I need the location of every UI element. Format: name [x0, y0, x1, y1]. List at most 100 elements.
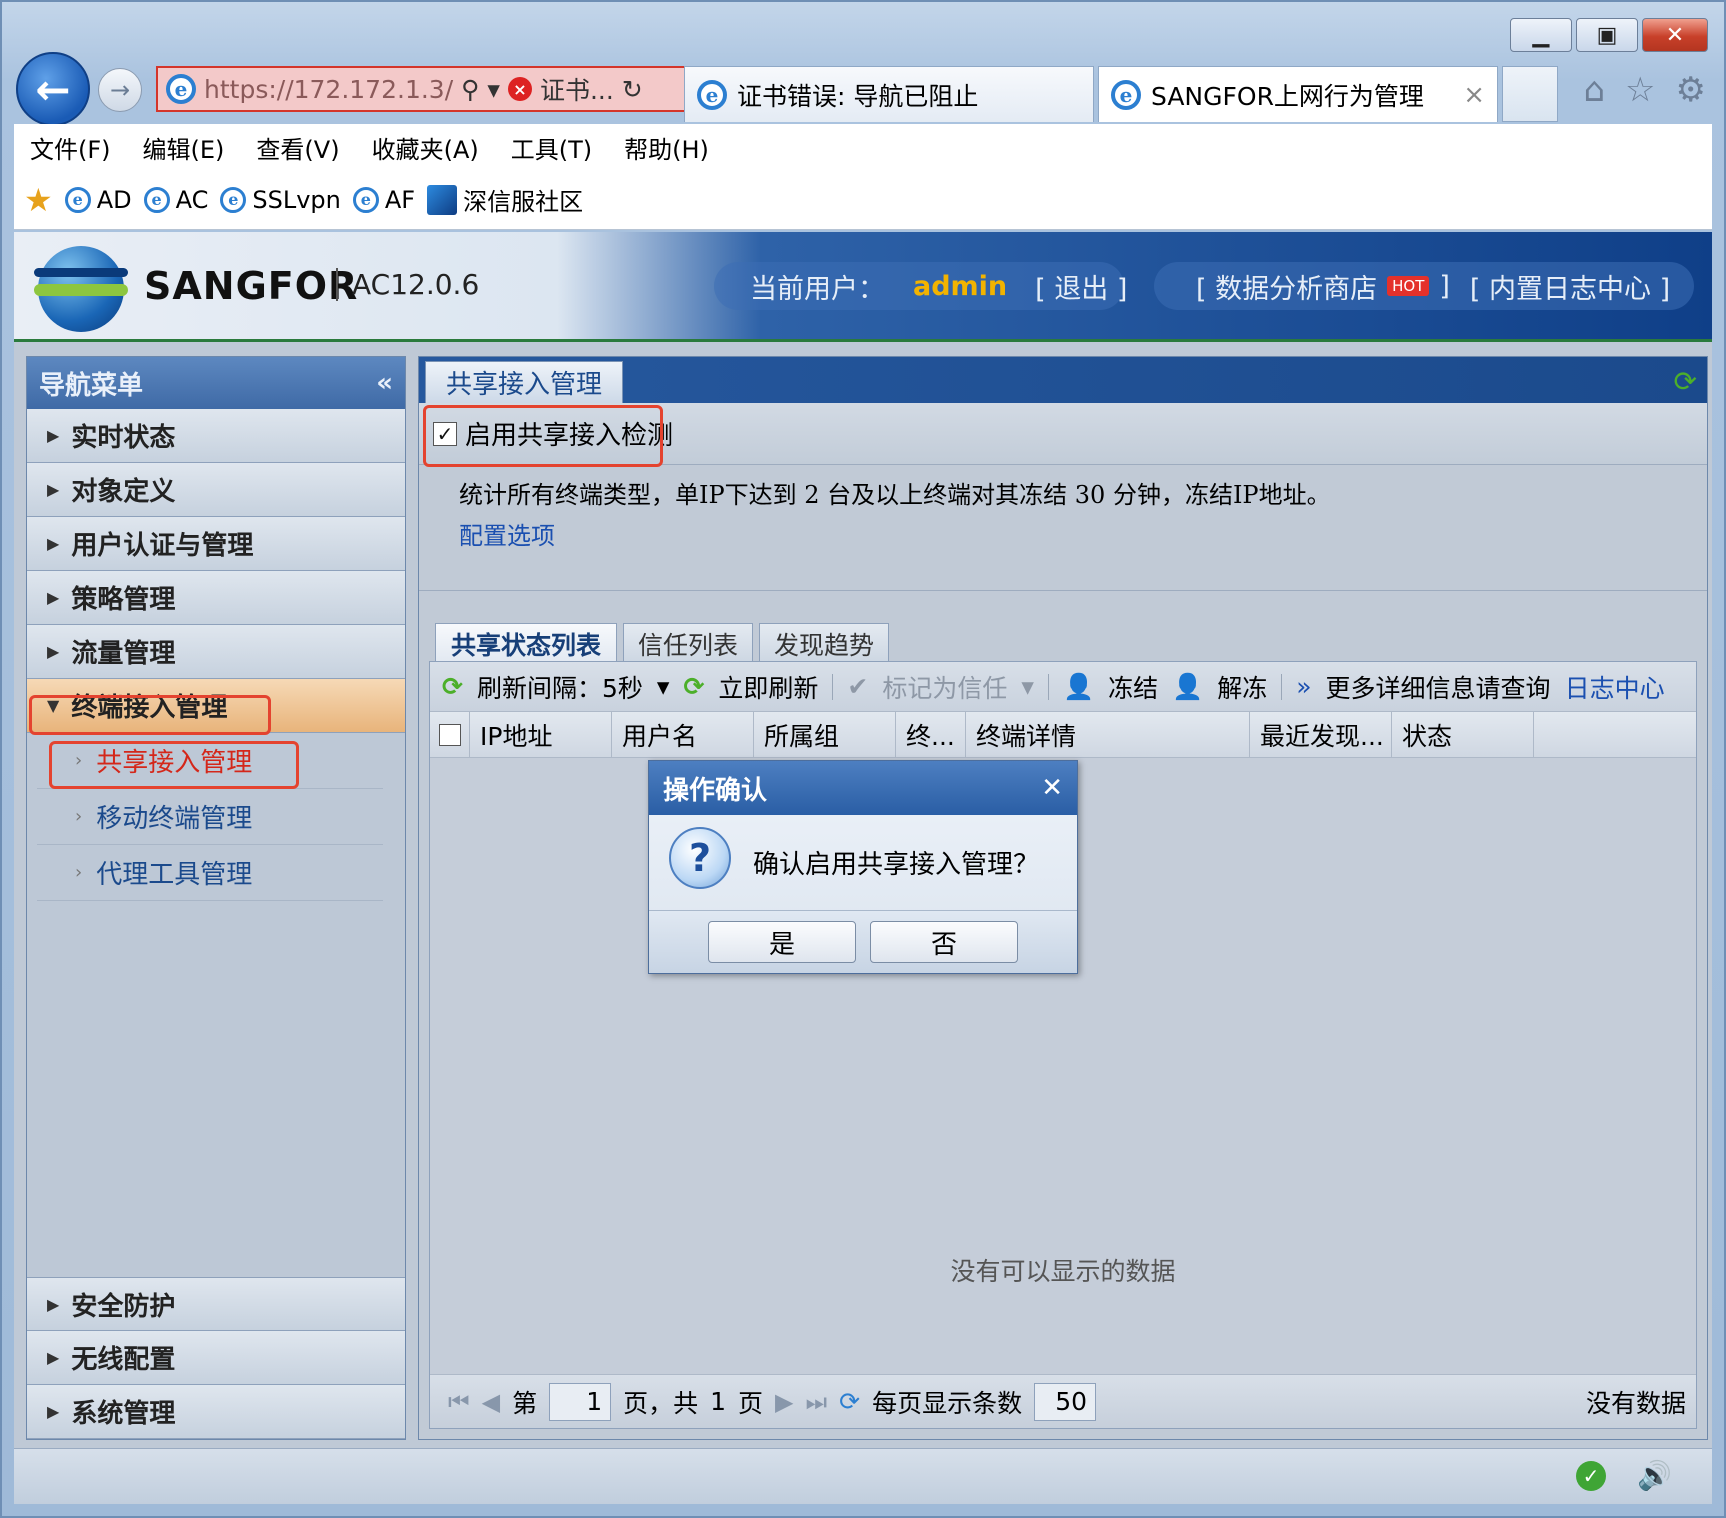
refresh-icon[interactable]: ⟳	[1674, 365, 1697, 398]
logout-link[interactable]: [ 退出 ]	[1035, 267, 1127, 306]
close-window-button[interactable]: ✕	[1642, 18, 1708, 52]
refresh-interval-dropdown[interactable]: 刷新间隔：5秒	[477, 669, 643, 705]
fav-community[interactable]: 深信服社区	[427, 182, 583, 217]
community-icon	[427, 184, 458, 215]
column-terminal-count[interactable]: 终...	[896, 712, 966, 757]
page-mid: 页，共	[623, 1388, 699, 1418]
chevron-down-icon[interactable]: ▾	[657, 672, 670, 701]
collapse-icon[interactable]: «	[376, 368, 393, 398]
home-icon[interactable]: ⌂	[1583, 70, 1605, 110]
refresh-icon[interactable]: ⟳	[839, 1387, 860, 1416]
fav-af[interactable]: e AF	[352, 186, 415, 214]
menu-edit[interactable]: 编辑(E)	[127, 130, 241, 165]
sidebar-item-traffic[interactable]: ▶ 流量管理	[27, 625, 405, 679]
address-bar[interactable]: e https://172.172.1.3/ ⚲ ▾ × 证书... ↻	[156, 66, 690, 112]
tab-shared-status-list[interactable]: 共享状态列表	[435, 623, 617, 665]
sidebar-item-terminal-access[interactable]: ▼ 终端接入管理	[27, 679, 405, 733]
ie-icon: e	[220, 186, 247, 213]
fav-ac[interactable]: e AC	[143, 185, 209, 214]
new-tab-button[interactable]	[1502, 66, 1558, 122]
browser-tab-sangfor[interactable]: e SANGFOR上网行为管理 ×	[1098, 66, 1498, 122]
close-icon[interactable]: ✕	[1041, 773, 1063, 803]
current-user-label: 当前用户：	[750, 273, 885, 305]
first-page-icon[interactable]: ⏮	[448, 1388, 470, 1416]
reload-icon[interactable]: ↻	[622, 75, 643, 104]
triangle-right-icon: ▶	[47, 1348, 60, 1367]
browser-tab-cert-error[interactable]: e 证书错误: 导航已阻止	[684, 66, 1094, 122]
cert-error-label[interactable]: 证书...	[540, 71, 614, 107]
menu-favorites[interactable]: 收藏夹(A)	[356, 130, 495, 165]
sidebar-subitem-proxy-tool[interactable]: › 代理工具管理	[37, 845, 383, 901]
config-options-link[interactable]: 配置选项	[459, 516, 1707, 551]
favorites-star-icon[interactable]: ☆	[1625, 70, 1655, 110]
search-icon[interactable]: ⚲ ▾	[461, 75, 500, 104]
fav-label: AD	[96, 185, 132, 214]
menu-view[interactable]: 查看(V)	[240, 130, 355, 165]
refresh-icon: ⟳	[442, 672, 463, 701]
column-username[interactable]: 用户名	[612, 712, 754, 757]
menu-file[interactable]: 文件(F)	[14, 130, 127, 165]
tab-shared-access[interactable]: 共享接入管理	[425, 361, 623, 403]
subtab-bar: 共享状态列表 信任列表 发现趋势	[429, 615, 1697, 665]
triangle-right-icon: ▶	[47, 642, 60, 661]
sidebar-subitem-mobile-terminal[interactable]: › 移动终端管理	[37, 789, 383, 845]
log-center-link[interactable]: [ 内置日志中心 ]	[1470, 267, 1670, 306]
sidebar-subitem-label: 代理工具管理	[96, 860, 253, 890]
select-all-checkbox[interactable]	[438, 723, 461, 746]
freeze-button[interactable]: 冻结	[1108, 669, 1158, 705]
column-group[interactable]: 所属组	[754, 712, 896, 757]
tab-trust-list[interactable]: 信任列表	[623, 623, 753, 665]
back-button[interactable]: ←	[16, 52, 90, 126]
prev-page-icon[interactable]: ◀	[482, 1388, 500, 1416]
fav-sslvpn[interactable]: e SSLvpn	[220, 186, 341, 214]
divider	[1281, 673, 1283, 700]
per-page-input[interactable]: 50	[1034, 1382, 1097, 1421]
column-status[interactable]: 状态	[1392, 712, 1534, 757]
sidebar-item-label: 无线配置	[71, 1345, 176, 1375]
refresh-now-button[interactable]: 立即刷新	[718, 669, 818, 705]
dialog-message: 确认启用共享接入管理？	[753, 850, 1040, 880]
column-ip[interactable]: IP地址	[470, 712, 612, 757]
menu-tools[interactable]: 工具(T)	[495, 130, 608, 165]
sidebar-item-user-auth[interactable]: ▶ 用户认证与管理	[27, 517, 405, 571]
page-number-input[interactable]: 1	[549, 1382, 612, 1421]
check-icon: ✔	[847, 672, 869, 701]
column-last-seen[interactable]: 最近发现...	[1250, 712, 1392, 757]
close-tab-icon[interactable]: ×	[1463, 80, 1485, 110]
menu-help[interactable]: 帮助(H)	[608, 130, 725, 165]
minimize-button[interactable]: ▁	[1510, 18, 1572, 52]
unfreeze-button[interactable]: 解冻	[1217, 669, 1267, 705]
yes-button[interactable]: 是	[708, 921, 856, 963]
maximize-button[interactable]: ▣	[1576, 18, 1638, 52]
sidebar-item-wireless[interactable]: ▶ 无线配置	[27, 1331, 405, 1385]
triangle-right-icon: ▶	[47, 480, 60, 499]
sidebar-subitem-shared-access[interactable]: › 共享接入管理	[37, 733, 383, 789]
forward-button[interactable]: →	[98, 68, 142, 112]
ie-icon: e	[64, 186, 91, 213]
no-button[interactable]: 否	[870, 921, 1018, 963]
chevron-down-icon: ▾	[1021, 672, 1034, 701]
speaker-icon[interactable]: 🔊	[1637, 1459, 1672, 1492]
fav-ad[interactable]: e AD	[64, 185, 132, 214]
description-text: 统计所有终端类型，单IP下达到 2 台及以上终端对其冻结 30 分钟，冻结IP地…	[459, 481, 1331, 509]
tab-discovery-trend[interactable]: 发现趋势	[759, 623, 889, 665]
tab-label: SANGFOR上网行为管理	[1151, 81, 1424, 111]
sidebar-item-object-definition[interactable]: ▶ 对象定义	[27, 463, 405, 517]
mark-trust-button[interactable]: 标记为信任	[882, 669, 1007, 705]
column-terminal-details[interactable]: 终端详情	[966, 712, 1250, 757]
chevron-right-icon: ›	[75, 862, 83, 883]
next-page-icon[interactable]: ▶	[775, 1388, 793, 1416]
data-store-link[interactable]: [ 数据分析商店	[1196, 267, 1377, 306]
sidebar-item-system[interactable]: ▶ 系统管理	[27, 1385, 405, 1439]
last-page-icon[interactable]: ⏭	[806, 1388, 828, 1416]
sidebar-item-security[interactable]: ▶ 安全防护	[27, 1277, 405, 1331]
gear-icon[interactable]: ⚙	[1676, 70, 1706, 110]
sidebar-item-label: 终端接入管理	[71, 693, 228, 723]
sidebar-item-policy[interactable]: ▶ 策略管理	[27, 571, 405, 625]
sidebar-item-realtime-status[interactable]: ▶ 实时状态	[27, 409, 405, 463]
favorites-star-icon[interactable]: ★	[24, 181, 53, 219]
enable-checkbox[interactable]: ✓	[433, 421, 457, 446]
window-controls: ▁ ▣ ✕	[1510, 18, 1708, 52]
fav-label: AC	[175, 185, 209, 214]
log-center-link[interactable]: 日志中心	[1565, 669, 1665, 705]
